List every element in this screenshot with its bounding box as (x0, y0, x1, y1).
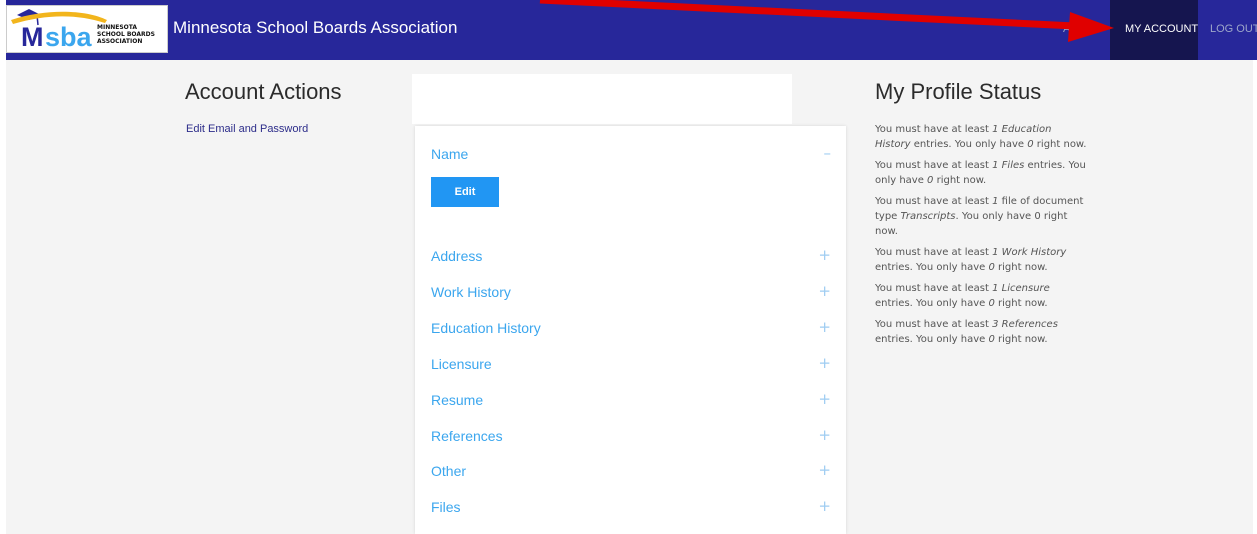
logo-sub-2: SCHOOL BOARDS (97, 31, 155, 38)
expand-icon[interactable]: + (818, 497, 831, 515)
accordion-item-other[interactable]: Other + (431, 461, 831, 483)
collapse-icon[interactable]: – (824, 144, 832, 162)
status-message: You must have at least 1 Work History en… (875, 247, 1067, 273)
accordion-label: Name (431, 146, 469, 162)
accordion-item-licensure[interactable]: Licensure + (431, 354, 831, 376)
expand-icon[interactable]: + (818, 318, 831, 336)
accordion-item-education-history[interactable]: Education History + (431, 318, 831, 340)
accordion-label: Licensure (431, 356, 492, 372)
nav-apply[interactable]: APPLY (1063, 23, 1099, 35)
accordion-label: Work History (431, 284, 511, 300)
profile-status-list: You must have at least 1 Education Histo… (875, 122, 1090, 353)
status-message: You must have at least 1 Licensure entri… (875, 283, 1050, 309)
accordion-item-resume[interactable]: Resume + (431, 390, 831, 412)
status-message: You must have at least 1 file of documen… (875, 196, 1084, 237)
svg-text:M: M (21, 22, 44, 52)
accordion-label: Resume (431, 392, 484, 408)
accordion-item-work-history[interactable]: Work History + (431, 282, 831, 304)
logo-sub-1: MINNESOTA (97, 24, 137, 31)
accordion-item-files[interactable]: Files + (431, 497, 831, 519)
accordion-label: Address (431, 248, 483, 264)
expand-icon[interactable]: + (818, 246, 831, 264)
svg-text:sba: sba (45, 22, 93, 52)
account-actions-heading: Account Actions (185, 79, 342, 104)
nav-logout[interactable]: LOG OUT (1210, 23, 1257, 35)
accordion-item-references[interactable]: References + (431, 426, 831, 448)
expand-icon[interactable]: + (818, 390, 831, 408)
accordion-item-name[interactable]: Name – (431, 144, 832, 166)
accordion-label: Files (431, 499, 461, 515)
expand-icon[interactable]: + (818, 461, 831, 479)
accordion-label: Education History (431, 320, 541, 336)
status-message: You must have at least 1 Education Histo… (875, 124, 1087, 150)
nav-my-account-label: MY ACCOUNT (1125, 23, 1199, 35)
blank-panel (412, 74, 792, 124)
msba-logo[interactable]: M sba MINNESOTA SCHOOL BOARDS ASSOCIATIO… (6, 5, 168, 53)
logo-sub-3: ASSOCIATION (97, 38, 142, 45)
status-message: You must have at least 3 References entr… (875, 319, 1058, 345)
edit-name-button[interactable]: Edit (431, 177, 499, 207)
nav-my-account[interactable]: MY ACCOUNT (1110, 0, 1198, 60)
accordion-label: Other (431, 463, 467, 479)
profile-status-heading: My Profile Status (875, 79, 1042, 104)
site-title[interactable]: Minnesota School Boards Association (173, 18, 457, 38)
expand-icon[interactable]: + (818, 354, 831, 372)
edit-email-password-link[interactable]: Edit Email and Password (186, 123, 308, 135)
status-message: You must have at least 1 Files entries. … (875, 160, 1086, 186)
accordion-item-address[interactable]: Address + (431, 246, 831, 268)
expand-icon[interactable]: + (818, 282, 831, 300)
expand-icon[interactable]: + (818, 426, 831, 444)
accordion-label: References (431, 428, 503, 444)
